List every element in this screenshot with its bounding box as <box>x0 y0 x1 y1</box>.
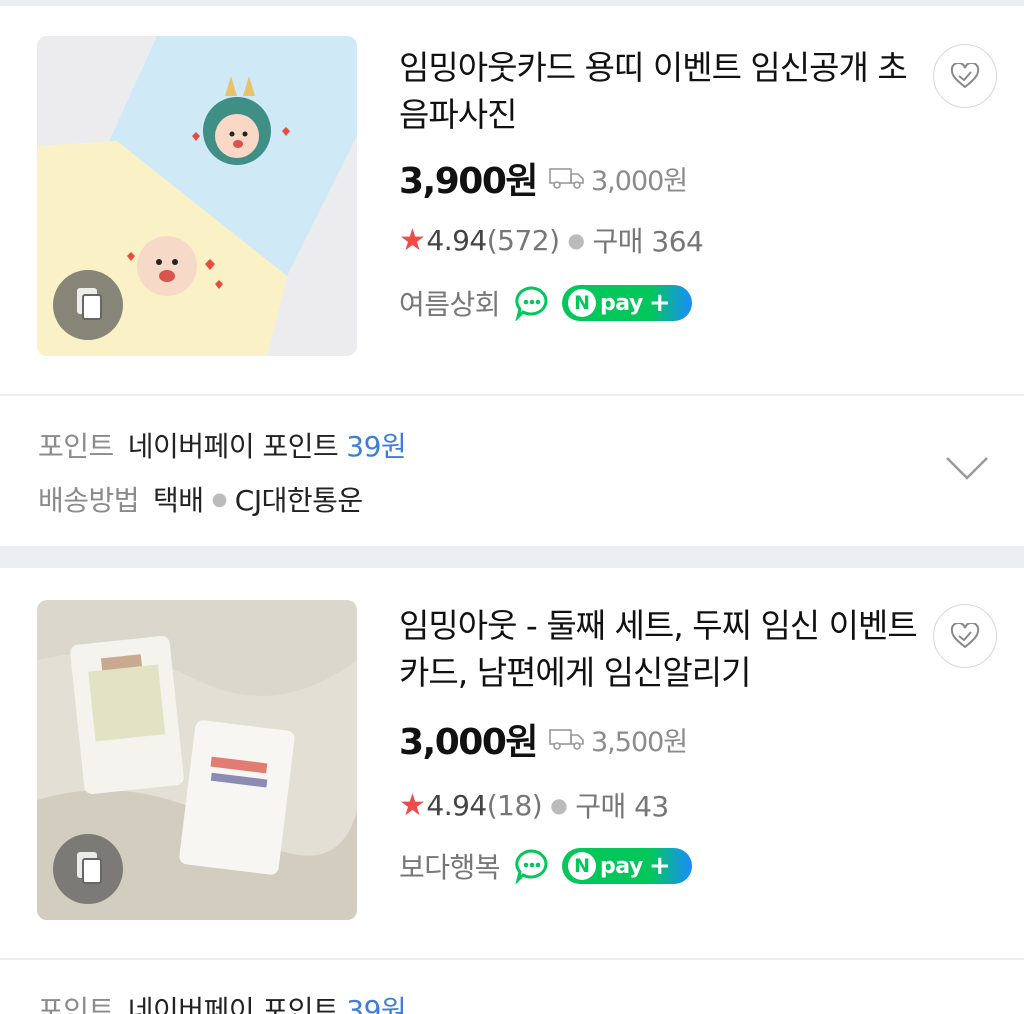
npay-label: pay <box>600 853 643 879</box>
purchase-count: 구매 43 <box>575 790 669 823</box>
npay-plus-icon: + <box>648 851 671 881</box>
npay-plus-badge: N pay + <box>562 848 693 884</box>
npay-plus-badge: N pay + <box>562 285 693 321</box>
rating-value: 4.94 <box>426 788 487 822</box>
seller-name[interactable]: 보다행복 <box>399 846 501 886</box>
rating-value: 4.94 <box>426 223 487 257</box>
product-extra-info: 포인트 네이버페이 포인트 39원 <box>38 982 938 1014</box>
product-price: 3,000원 <box>399 722 539 763</box>
review-count: (572) <box>486 223 560 257</box>
product-title[interactable]: 임밍아웃카드 용띠 이벤트 임신공개 초음파사진 <box>399 44 919 138</box>
courier-name: CJ대한통운 <box>234 484 363 517</box>
rating-row: ★ 4.94 (18) ● 구매 43 <box>399 785 669 825</box>
star-icon: ★ <box>399 787 426 823</box>
point-info: 포인트 네이버페이 포인트 39원 <box>38 982 938 1014</box>
wishlist-heart-icon <box>950 623 980 649</box>
rating-row: ★ 4.94 (572) ● 구매 364 <box>399 220 704 260</box>
separator-dot: ● <box>550 793 568 817</box>
wishlist-button[interactable] <box>933 44 997 108</box>
price-row: 3,000원 3,500원 <box>399 714 688 764</box>
price-row: 3,900원 3,000원 <box>399 153 688 203</box>
npay-n-icon: N <box>568 289 597 317</box>
shipping-fee: 3,500원 <box>591 726 688 758</box>
separator-dot: ● <box>211 488 228 510</box>
wishlist-heart-icon <box>950 63 980 89</box>
point-value: 39원 <box>346 994 407 1014</box>
product-title[interactable]: 임밍아웃 - 둘째 세트, 두찌 임신 이벤트 카드, 남편에게 임신알리기 <box>399 602 919 696</box>
wishlist-button[interactable] <box>933 604 997 668</box>
section-gap <box>0 546 1024 568</box>
seller-row: 보다행복 N pay + <box>399 843 693 889</box>
copy-images-icon[interactable] <box>53 834 123 904</box>
npay-label: pay <box>600 290 643 316</box>
separator-dot: ● <box>567 228 585 252</box>
point-text: 네이버페이 포인트 <box>127 994 339 1014</box>
point-label: 포인트 <box>38 994 114 1014</box>
point-value: 39원 <box>346 430 407 463</box>
talk-icon[interactable] <box>514 285 550 321</box>
delivery-method: 택배 <box>153 484 204 517</box>
chevron-down-icon[interactable] <box>944 454 990 482</box>
star-icon: ★ <box>399 222 426 258</box>
point-text: 네이버페이 포인트 <box>127 430 339 463</box>
npay-plus-icon: + <box>648 288 671 318</box>
review-count: (18) <box>486 788 543 822</box>
product-extra-info: 포인트 네이버페이 포인트 39원 배송방법 택배 ● CJ대한통운 <box>38 418 938 526</box>
product-image[interactable] <box>37 600 357 920</box>
seller-row: 여름상회 N pay + <box>399 280 693 326</box>
section-gap <box>0 0 1024 6</box>
delivery-label: 배송방법 <box>38 484 140 517</box>
point-label: 포인트 <box>38 430 114 463</box>
truck-icon <box>549 168 584 189</box>
talk-icon[interactable] <box>514 848 550 884</box>
purchase-count: 구매 364 <box>592 225 704 258</box>
product-price: 3,900원 <box>399 161 539 202</box>
point-info: 포인트 네이버페이 포인트 39원 <box>38 418 938 472</box>
divider <box>0 394 1024 396</box>
shipping-fee: 3,000원 <box>591 165 688 197</box>
divider <box>0 958 1024 960</box>
npay-n-icon: N <box>568 852 597 880</box>
copy-images-icon[interactable] <box>53 270 123 340</box>
delivery-info: 배송방법 택배 ● CJ대한통운 <box>38 472 938 526</box>
product-image[interactable] <box>37 36 357 356</box>
seller-name[interactable]: 여름상회 <box>399 283 501 323</box>
truck-icon <box>549 729 584 750</box>
